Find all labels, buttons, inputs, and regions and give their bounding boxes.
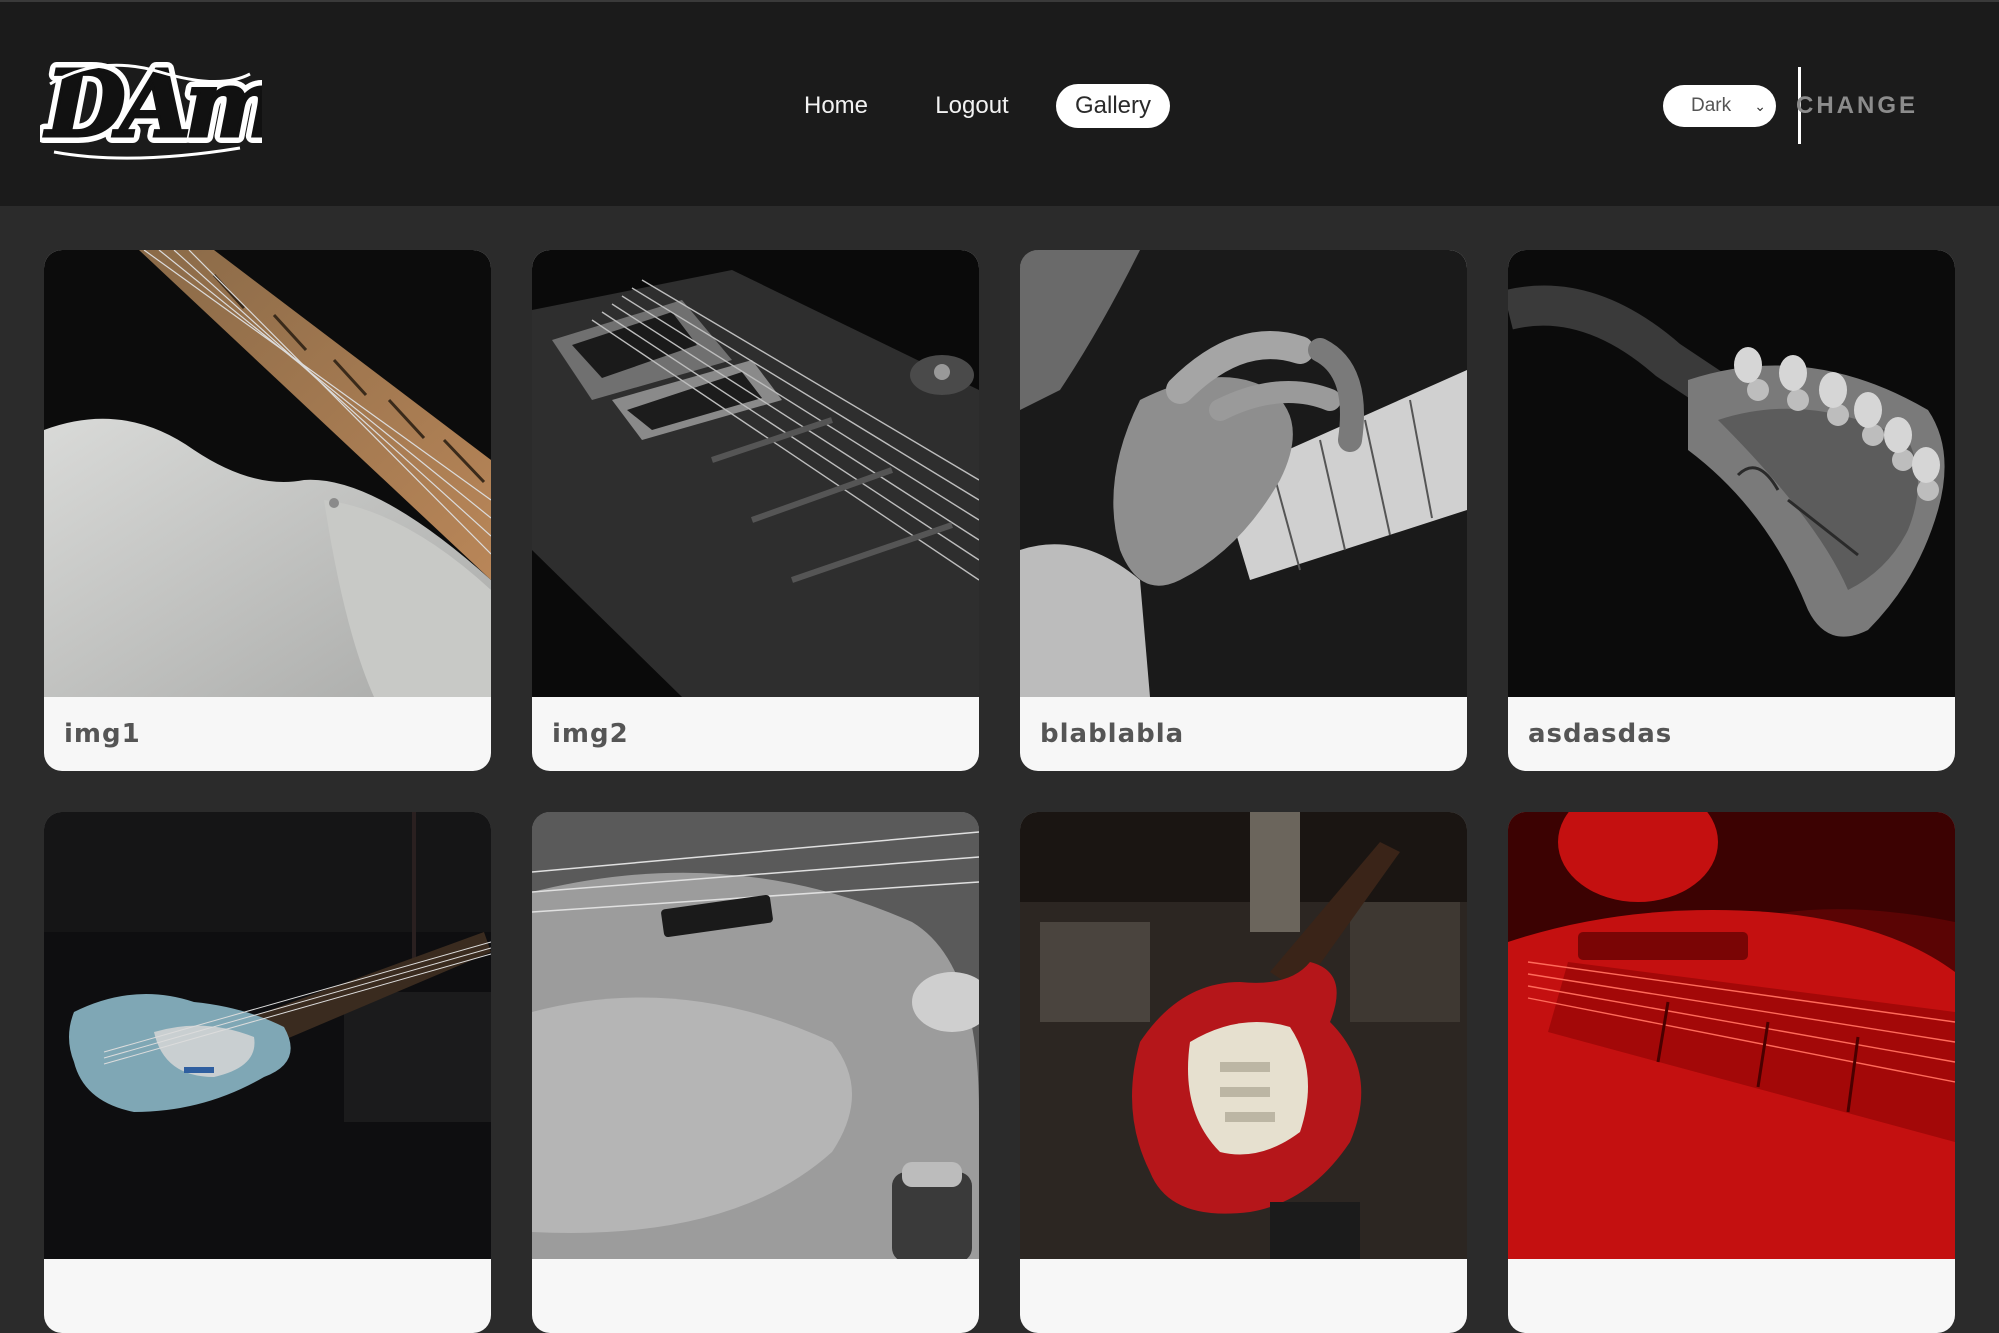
change-theme-button[interactable]: CHANGE (1796, 84, 1920, 128)
gallery-card[interactable] (532, 812, 979, 1333)
guitar-photo-1 (44, 250, 491, 697)
card-title (1020, 1259, 1467, 1333)
guitar-photo-4 (1508, 250, 1955, 697)
card-title: img1 (64, 719, 141, 749)
chevron-down-icon: ⌄ (1754, 98, 1766, 114)
gallery-card[interactable] (44, 812, 491, 1333)
card-title: img2 (552, 719, 629, 749)
gallery-card[interactable]: asdasdas (1508, 250, 1955, 771)
card-title (44, 1259, 491, 1333)
guitar-photo-3 (1020, 250, 1467, 697)
guitar-photo-6 (532, 812, 979, 1259)
guitar-photo-2 (532, 250, 979, 697)
gallery-card[interactable] (1508, 812, 1955, 1333)
theme-select[interactable]: Dark ⌄ (1663, 85, 1776, 127)
nav-home-link[interactable]: Home (786, 84, 886, 128)
nav-gallery-link[interactable]: Gallery (1056, 84, 1170, 128)
card-title (1508, 1259, 1955, 1333)
guitar-photo-7 (1020, 812, 1467, 1259)
gallery-card[interactable]: img1 (44, 250, 491, 771)
nav-logout-link[interactable]: Logout (922, 84, 1022, 128)
site-header: DAmiR DAmiR Home Logout Gallery Dark ⌄ C… (0, 0, 1999, 206)
gallery-card[interactable] (1020, 812, 1467, 1333)
guitar-photo-5 (44, 812, 491, 1259)
card-title: blablabla (1040, 719, 1185, 749)
gallery-card[interactable]: img2 (532, 250, 979, 771)
guitar-photo-8 (1508, 812, 1955, 1259)
card-title: asdasdas (1528, 719, 1673, 749)
card-title (532, 1259, 979, 1333)
theme-select-value: Dark (1691, 95, 1732, 116)
gallery-card[interactable]: blablabla (1020, 250, 1467, 771)
